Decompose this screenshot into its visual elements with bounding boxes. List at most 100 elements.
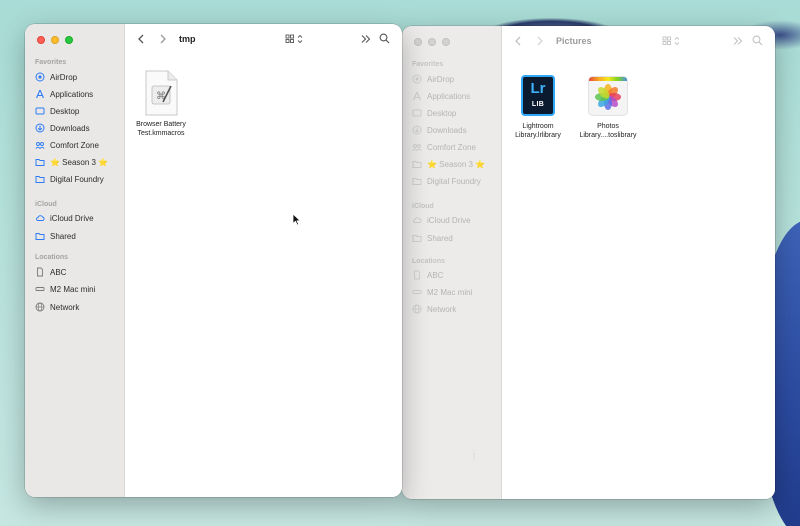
shared-folder-icon — [35, 231, 45, 241]
sidebar-item-label: iCloud Drive — [427, 215, 471, 225]
sidebar-item-downloads[interactable]: Downloads — [412, 123, 467, 137]
sidebar-item-digital-foundry[interactable]: Digital Foundry — [412, 174, 481, 188]
shared-folder-icon — [412, 233, 422, 243]
file-item[interactable]: Photos Library....toslibrary — [573, 74, 643, 140]
sidebar-item-label: M2 Mac mini — [50, 284, 96, 294]
more-toolbar-items-button[interactable] — [732, 35, 744, 49]
finder-window-tmp[interactable]: Favorites AirDrop Applications Desktop D… — [25, 24, 402, 497]
sidebar-item-label: Desktop — [427, 108, 457, 118]
sidebar-item-icloud-drive[interactable]: iCloud Drive — [35, 211, 94, 225]
sidebar-item-abc[interactable]: ABC — [412, 268, 443, 282]
sidebar-item-abc[interactable]: ABC — [35, 265, 66, 279]
toolbar: tmp — [125, 24, 402, 58]
minimize-button[interactable] — [51, 36, 59, 44]
sidebar-section-icloud: iCloud — [35, 201, 57, 208]
downloads-icon — [412, 125, 422, 135]
back-button[interactable] — [514, 35, 522, 49]
more-toolbar-items-button[interactable] — [360, 33, 372, 47]
sidebar-item-downloads[interactable]: Downloads — [35, 121, 90, 135]
sidebar-item-comfort-zone[interactable]: Comfort Zone — [412, 140, 476, 154]
file-name-line: Lightroom — [522, 123, 554, 130]
sidebar-item-airdrop[interactable]: AirDrop — [412, 72, 454, 86]
file-name: Photos Library....toslibrary — [579, 122, 636, 140]
window-controls — [414, 38, 450, 46]
sidebar-item-desktop[interactable]: Desktop — [412, 106, 456, 120]
back-button[interactable] — [137, 33, 145, 47]
search-icon — [752, 35, 763, 49]
chevron-right-icon — [159, 34, 167, 47]
sidebar-section-favorites: Favorites — [35, 59, 67, 66]
zoom-button[interactable] — [65, 36, 73, 44]
sidebar-item-m2-mac-mini[interactable]: M2 Mac mini — [35, 282, 95, 296]
file-browser-area[interactable]: ⌘ Browser Battery Test.kmmacros — [125, 58, 402, 497]
folder-icon — [412, 159, 422, 169]
photos-flower-icon — [595, 84, 621, 110]
file-name: Browser Battery Test.kmmacros — [136, 120, 186, 138]
window-resize-handle[interactable]: ⋮ ⋮ — [470, 450, 478, 462]
sidebar-item-network[interactable]: Network — [35, 300, 79, 314]
mac-mini-icon — [35, 284, 45, 294]
sidebar-item-applications[interactable]: Applications — [35, 87, 93, 101]
sidebar-item-shared[interactable]: Shared — [35, 229, 76, 243]
sidebar-item-label: Network — [50, 302, 80, 312]
close-button[interactable] — [414, 38, 422, 46]
sidebar-item-label: iCloud Drive — [50, 213, 94, 223]
sidebar-item-label: Digital Foundry — [427, 176, 481, 186]
file-name-line: Test.kmmacros — [137, 130, 185, 137]
file-browser-area[interactable]: Lr LIB Lightroom Library.lrlibrary Photo… — [502, 60, 775, 499]
sidebar-section-locations: Locations — [35, 254, 69, 261]
sidebar-item-desktop[interactable]: Desktop — [35, 104, 79, 118]
chevron-left-icon — [137, 34, 145, 47]
sidebar-item-label: Comfort Zone — [50, 140, 99, 150]
sidebar-item-applications[interactable]: Applications — [412, 89, 470, 103]
downloads-icon — [35, 123, 45, 133]
double-chevron-right-icon — [360, 34, 372, 47]
lightroom-lib-text: LIB — [531, 101, 545, 108]
sidebar-item-label: AirDrop — [50, 72, 78, 82]
sidebar-item-season-3[interactable]: ⭐ Season 3 ⭐ — [35, 155, 108, 169]
view-mode-button[interactable] — [285, 33, 305, 47]
zoom-button[interactable] — [442, 38, 450, 46]
minimize-button[interactable] — [428, 38, 436, 46]
sidebar: Favorites AirDrop Applications Desktop D… — [402, 26, 502, 499]
desktop-icon — [412, 108, 422, 118]
sidebar-item-icloud-drive[interactable]: iCloud Drive — [412, 213, 471, 227]
sidebar-item-label: Desktop — [50, 106, 80, 116]
file-name-line: Library.lrlibrary — [515, 132, 561, 139]
search-button[interactable] — [752, 35, 763, 49]
file-name-line: Library....toslibrary — [579, 132, 637, 139]
sidebar-item-season-3[interactable]: ⭐ Season 3 ⭐ — [412, 157, 485, 171]
forward-button[interactable] — [159, 33, 167, 47]
double-chevron-right-icon — [732, 36, 744, 49]
sidebar-item-m2-mac-mini[interactable]: M2 Mac mini — [412, 285, 472, 299]
sidebar-item-shared[interactable]: Shared — [412, 231, 453, 245]
sidebar-item-airdrop[interactable]: AirDrop — [35, 70, 77, 84]
sidebar-item-network[interactable]: Network — [412, 302, 456, 316]
sidebar-item-label: M2 Mac mini — [427, 287, 473, 297]
view-mode-button[interactable] — [662, 35, 682, 49]
file-name: Lightroom Library.lrlibrary — [515, 122, 561, 140]
window-controls — [37, 36, 73, 44]
forward-button[interactable] — [536, 35, 544, 49]
grid-view-icon — [285, 34, 305, 47]
file-name-line: Browser Battery — [136, 121, 186, 128]
sidebar-section-favorites: Favorites — [412, 61, 444, 68]
icloud-icon — [35, 213, 45, 223]
mouse-pointer-icon — [292, 213, 301, 231]
sidebar-item-label: ABC — [427, 270, 444, 280]
chevron-right-icon — [536, 36, 544, 49]
sidebar-item-label: Comfort Zone — [427, 142, 476, 152]
finder-window-pictures[interactable]: Favorites AirDrop Applications Desktop D… — [402, 26, 775, 499]
kmmacros-file-icon: ⌘ — [143, 70, 179, 116]
desktop-icon — [35, 106, 45, 116]
photos-library-icon — [586, 74, 630, 118]
file-item[interactable]: ⌘ Browser Battery Test.kmmacros — [126, 70, 196, 138]
sidebar-item-label: Digital Foundry — [50, 174, 104, 184]
sidebar-item-label: ⭐ Season 3 ⭐ — [50, 157, 109, 167]
sidebar-item-digital-foundry[interactable]: Digital Foundry — [35, 172, 104, 186]
airdrop-icon — [35, 72, 45, 82]
sidebar-item-comfort-zone[interactable]: Comfort Zone — [35, 138, 99, 152]
search-button[interactable] — [379, 33, 390, 47]
close-button[interactable] — [37, 36, 45, 44]
file-item[interactable]: Lr LIB Lightroom Library.lrlibrary — [503, 74, 573, 140]
